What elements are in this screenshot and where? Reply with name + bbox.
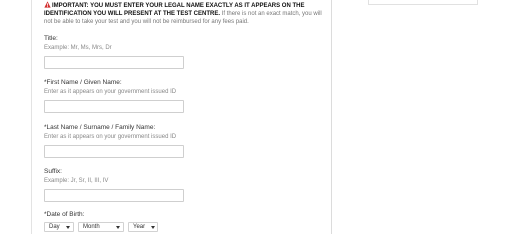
chevron-down-icon (151, 225, 156, 229)
first-name-hint: Enter as it appears on your government i… (44, 89, 177, 95)
last-name-input[interactable] (44, 145, 184, 158)
right-panel (368, 0, 478, 5)
chevron-down-icon (66, 225, 70, 229)
page: IMPORTANT: YOU MUST ENTER YOUR LEGAL NAM… (0, 0, 512, 234)
suffix-label: Suffix: (44, 168, 62, 175)
date-of-birth-field: *Date of Birth: Day Month Year (44, 211, 326, 232)
chevron-down-icon (116, 225, 120, 229)
left-border (31, 0, 32, 234)
legal-name-warning: IMPORTANT: YOU MUST ENTER YOUR LEGAL NAM… (44, 1, 326, 26)
suffix-input[interactable] (44, 189, 184, 202)
title-field: Title: Example: Mr, Ms, Mrs, Dr (44, 35, 326, 69)
last-name-label: *Last Name / Surname / Family Name: (44, 124, 156, 131)
column-divider (331, 0, 332, 234)
first-name-field: *First Name / Given Name: Enter as it ap… (44, 79, 326, 113)
month-select-value: Month (83, 224, 100, 230)
first-name-label: *First Name / Given Name: (44, 79, 122, 86)
title-hint: Example: Mr, Ms, Mrs, Dr (44, 45, 112, 51)
title-input[interactable] (44, 56, 184, 69)
day-select-value: Day (49, 224, 60, 230)
year-select[interactable]: Year (128, 222, 158, 232)
registration-form: IMPORTANT: YOU MUST ENTER YOUR LEGAL NAM… (44, 0, 326, 232)
first-name-input[interactable] (44, 100, 184, 113)
date-of-birth-label: *Date of Birth: (44, 211, 85, 218)
month-select[interactable]: Month (78, 222, 124, 232)
year-select-value: Year (133, 224, 146, 230)
day-select[interactable]: Day (44, 222, 74, 232)
last-name-field: *Last Name / Surname / Family Name: Ente… (44, 124, 326, 158)
suffix-field: Suffix: Example: Jr, Sr, II, III, IV (44, 168, 326, 202)
last-name-hint: Enter as it appears on your government i… (44, 134, 177, 140)
suffix-hint: Example: Jr, Sr, II, III, IV (44, 178, 109, 184)
title-label: Title: (44, 35, 58, 42)
date-of-birth-selects: Day Month Year (44, 222, 326, 232)
warning-icon (44, 1, 51, 8)
